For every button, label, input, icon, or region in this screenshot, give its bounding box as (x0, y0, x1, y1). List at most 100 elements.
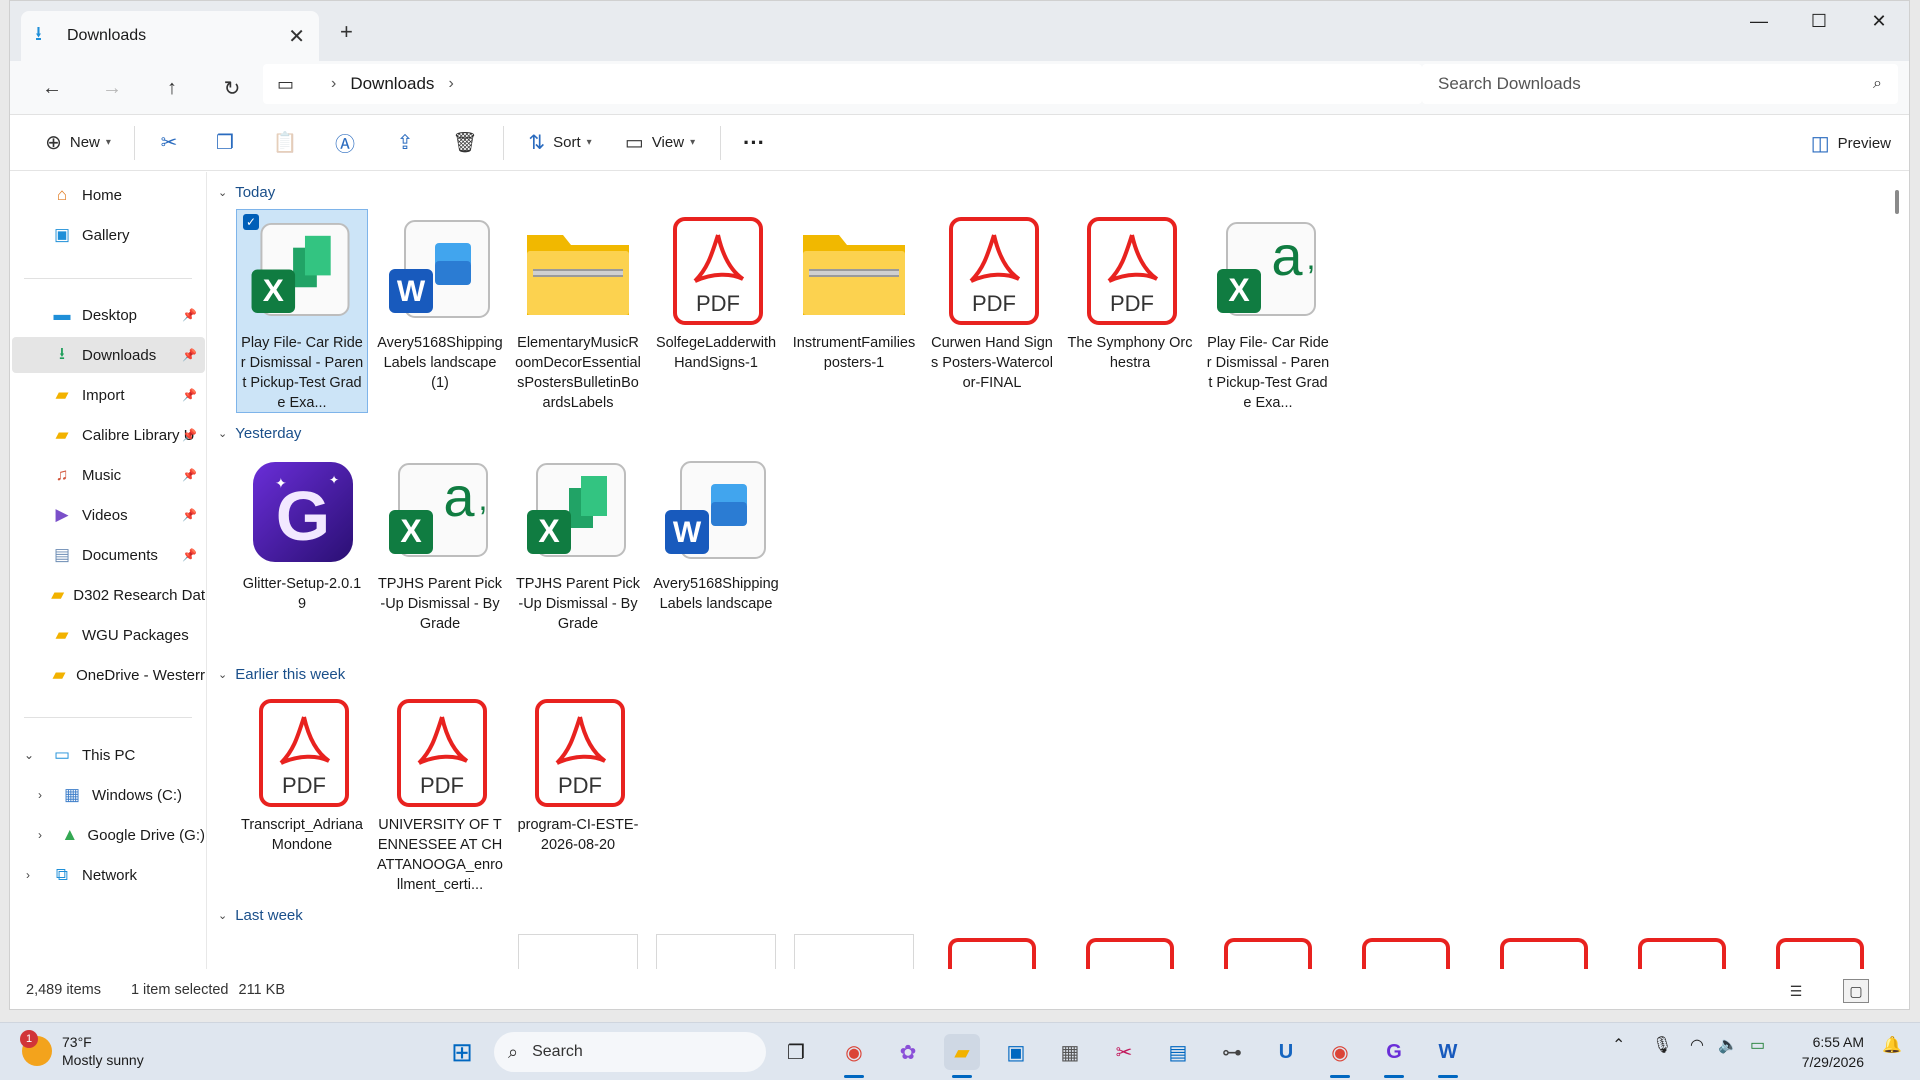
sidebar-item-this-pc[interactable]: ⌄ ▭ This PC (12, 737, 205, 773)
snipping-tool-icon[interactable]: ✂ (1106, 1034, 1142, 1070)
file-item-partial[interactable] (948, 938, 1036, 969)
task-view-icon[interactable]: ❐ (778, 1034, 814, 1070)
view-button[interactable]: ▭ View ▾ (608, 123, 712, 163)
file-item-partial[interactable] (518, 934, 638, 969)
sidebar-item-documents[interactable]: ▤ Documents 📌 (12, 537, 205, 573)
clock[interactable]: 6:55 AM 7/29/2026 (1802, 1032, 1864, 1072)
wifi-icon[interactable]: ◠ (1690, 1035, 1704, 1055)
breadcrumb-downloads[interactable]: Downloads (350, 74, 434, 94)
copilot-icon[interactable]: ✿ (890, 1034, 926, 1070)
close-window-button[interactable]: ✕ (1849, 1, 1909, 41)
file-item[interactable]: PDF The Symphony Orchestra (1064, 209, 1196, 413)
sidebar-item-wgu-packages[interactable]: ▰ WGU Packages (12, 617, 205, 653)
chrome-icon[interactable]: ◉ (836, 1034, 872, 1078)
calculator-icon[interactable]: ▦ (1052, 1034, 1088, 1070)
taskbar-search[interactable]: ⌕ Search (494, 1032, 766, 1072)
pin-icon[interactable]: 📌 (182, 388, 197, 402)
windows-start-icon[interactable]: ⊞ (444, 1034, 480, 1070)
file-item-partial[interactable] (1362, 938, 1450, 969)
copy-button[interactable]: ❐ (195, 123, 255, 163)
file-item-partial[interactable] (1638, 938, 1726, 969)
share-button[interactable]: ⇪ (375, 123, 435, 163)
sort-button[interactable]: ⇅ Sort ▾ (512, 123, 608, 163)
new-button[interactable]: ⊕ New ▾ (30, 123, 126, 163)
microphone-icon[interactable]: 🎙 (1652, 1035, 1672, 1055)
pin-icon[interactable]: 📌 (182, 348, 197, 362)
chevron-right-icon[interactable]: › (26, 868, 30, 882)
large-icons-view-icon[interactable]: ▢ (1843, 979, 1869, 1003)
new-tab-button[interactable]: + (340, 19, 353, 45)
up-button[interactable]: ↑ (152, 71, 192, 105)
pin-icon[interactable]: 📌 (182, 308, 197, 322)
pin-icon[interactable]: 📌 (182, 508, 197, 522)
search-input[interactable]: Search Downloads ⌕ (1422, 64, 1898, 104)
forward-button[interactable]: → (92, 71, 132, 105)
close-tab-icon[interactable]: ✕ (288, 24, 305, 49)
control-panel-icon[interactable]: ▤ (1160, 1034, 1196, 1070)
file-item-partial[interactable] (1776, 938, 1864, 969)
chevron-right-icon[interactable]: › (38, 828, 42, 842)
file-item[interactable]: PDF UNIVERSITY OF TENNESSEE AT CHATTANOO… (374, 691, 506, 895)
file-item[interactable]: X TPJHS Parent Pick-Up Dismissal - By Gr… (512, 450, 644, 654)
delete-button[interactable]: 🗑 (435, 123, 495, 163)
sidebar-item-network[interactable]: › ⧉ Network (12, 857, 205, 893)
details-view-icon[interactable]: ☰ (1783, 979, 1809, 1003)
app-icon[interactable]: ⊶ (1214, 1034, 1250, 1070)
file-item-partial[interactable] (656, 934, 776, 969)
file-item-partial[interactable] (1500, 938, 1588, 969)
group-header-yesterday[interactable]: ⌄ Yesterday (218, 425, 301, 442)
sidebar-item-videos[interactable]: ▶ Videos 📌 (12, 497, 205, 533)
sidebar-item-windows-c[interactable]: › ▦ Windows (C:) (12, 777, 205, 813)
back-button[interactable]: ← (32, 71, 72, 105)
pin-icon[interactable]: 📌 (182, 428, 197, 442)
file-item[interactable]: PDF Curwen Hand Signs Posters-Watercolor… (926, 209, 1058, 413)
address-bar[interactable]: ▭ › Downloads › (263, 64, 1422, 104)
chrome-profile-icon[interactable]: ◉ (1322, 1034, 1358, 1078)
glitter-taskbar-icon[interactable]: G (1376, 1034, 1412, 1078)
sidebar-item-downloads[interactable]: ⭳ Downloads 📌 (12, 337, 205, 373)
file-item-partial[interactable] (1086, 938, 1174, 969)
show-hidden-icons[interactable]: ⌃ (1612, 1035, 1625, 1055)
vertical-scrollbar[interactable] (1895, 190, 1899, 214)
file-item[interactable]: a , X TPJHS Parent Pick-Up Dismissal - B… (374, 450, 506, 654)
file-item[interactable]: PDF program-CI-ESTE-2026-08-20 (512, 691, 644, 895)
sidebar-item-import[interactable]: ▰ Import 📌 (12, 377, 205, 413)
microsoft-store-icon[interactable]: ▣ (998, 1034, 1034, 1070)
file-item[interactable]: a , X Play File- Car Rider Dismissal - P… (1202, 209, 1334, 413)
sidebar-item-home[interactable]: ⌂ Home (12, 177, 205, 213)
file-item[interactable]: ElementaryMusicRoomDecorEssentialsPoster… (512, 209, 644, 413)
sidebar-item-music[interactable]: ♫ Music 📌 (12, 457, 205, 493)
file-item-partial[interactable] (1224, 938, 1312, 969)
volume-icon[interactable]: 🔈 (1718, 1035, 1738, 1055)
more-options-button[interactable]: ··· (729, 123, 779, 163)
file-item[interactable]: W Avery5168ShippingLabels landscape (1) (374, 209, 506, 413)
file-explorer-icon[interactable]: ▰ (944, 1034, 980, 1078)
preview-button[interactable]: ◫ Preview (1811, 123, 1891, 163)
chevron-right-icon[interactable]: › (38, 788, 42, 802)
sidebar-item-d302-research[interactable]: ▰ D302 Research Dat (12, 577, 205, 613)
file-item[interactable]: PDF Transcript_AdrianaMondone (236, 691, 368, 895)
rename-button[interactable]: Ⓐ (315, 123, 375, 163)
sidebar-item-onedrive[interactable]: ▰ OneDrive - Westerr (12, 657, 206, 693)
sidebar-item-google-drive[interactable]: › ▲ Google Drive (G:) (12, 817, 205, 853)
notification-bell-icon[interactable]: 🔔 (1882, 1035, 1902, 1055)
refresh-button[interactable]: ↻ (212, 71, 252, 105)
file-item[interactable]: ✓ X Play File- Car Rider Dismissal - Par… (236, 209, 368, 413)
battery-icon[interactable]: ▭ (1750, 1035, 1765, 1055)
file-item[interactable]: G ✦ ✦ Glitter-Setup-2.0.19 (236, 450, 368, 654)
group-header-today[interactable]: ⌄ Today (218, 184, 275, 201)
group-header-earlier-this-week[interactable]: ⌄ Earlier this week (218, 666, 345, 683)
chevron-down-icon[interactable]: ⌄ (24, 748, 34, 762)
file-item-partial[interactable] (794, 934, 914, 969)
chevron-right-icon[interactable]: › (331, 75, 336, 93)
sidebar-item-desktop[interactable]: ▬ Desktop 📌 (12, 297, 205, 333)
chevron-right-icon[interactable]: › (448, 75, 453, 93)
minimize-button[interactable]: — (1729, 1, 1789, 41)
sidebar-item-gallery[interactable]: ▣ Gallery (12, 217, 205, 253)
pin-icon[interactable]: 📌 (182, 468, 197, 482)
tab-downloads[interactable]: ⭳ Downloads ✕ (21, 11, 319, 61)
word-taskbar-icon[interactable]: W (1430, 1034, 1466, 1078)
cut-button[interactable]: ✂ (143, 123, 195, 163)
maximize-button[interactable]: ☐ (1789, 1, 1849, 41)
paste-button[interactable]: 📋 (255, 123, 315, 163)
